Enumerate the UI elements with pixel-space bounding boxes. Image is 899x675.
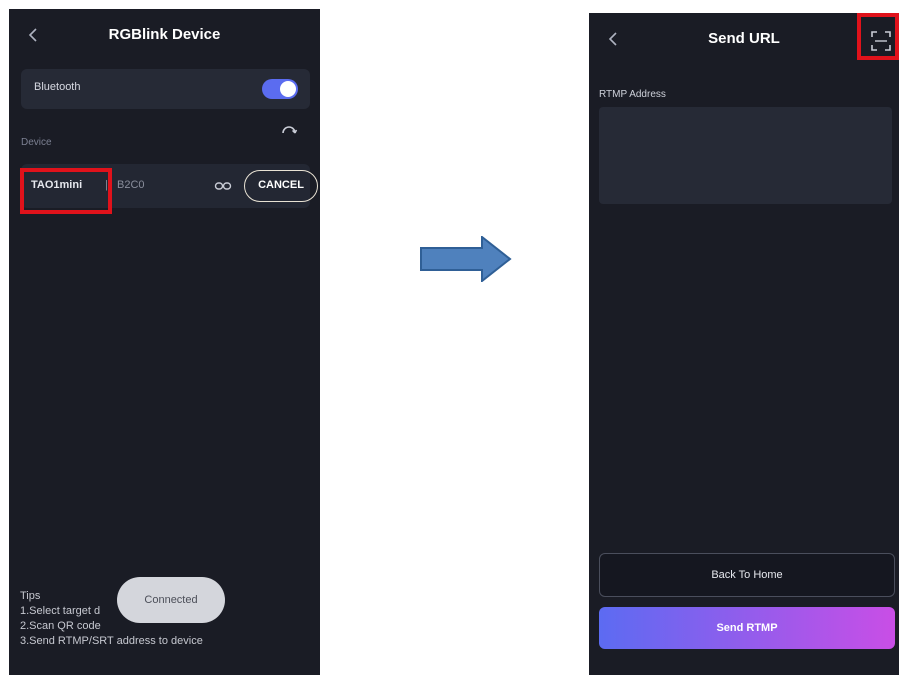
cancel-button[interactable]: CANCEL [244, 170, 318, 202]
device-section-label: Device [21, 137, 52, 148]
left-phone-screen: RGBlink Device Bluetooth Device TAO1mini… [9, 9, 320, 675]
top-bar: RGBlink Device [9, 9, 320, 61]
bluetooth-row: Bluetooth [21, 69, 310, 109]
bluetooth-toggle[interactable] [262, 79, 298, 99]
refresh-icon[interactable] [280, 121, 298, 139]
tip-line: 3.Send RTMP/SRT address to device [20, 635, 203, 647]
top-bar: Send URL [589, 13, 899, 65]
link-icon [214, 182, 232, 190]
bluetooth-label: Bluetooth [34, 81, 81, 93]
send-rtmp-button[interactable]: Send RTMP [599, 607, 895, 649]
page-title: Send URL [708, 30, 780, 47]
page-title: RGBlink Device [108, 26, 221, 43]
right-phone-screen: Send URL RTMP Address Back To Home Send … [589, 13, 899, 675]
rtmp-address-input[interactable] [599, 107, 892, 204]
device-id: B2C0 [117, 179, 145, 191]
toggle-knob [280, 81, 296, 97]
rtmp-address-label: RTMP Address [599, 89, 666, 100]
back-to-home-button[interactable]: Back To Home [599, 553, 895, 597]
right-arrow-icon [420, 236, 512, 282]
device-highlight-box [20, 168, 112, 214]
scan-highlight-box [857, 13, 899, 60]
connected-toast: Connected [117, 577, 225, 623]
